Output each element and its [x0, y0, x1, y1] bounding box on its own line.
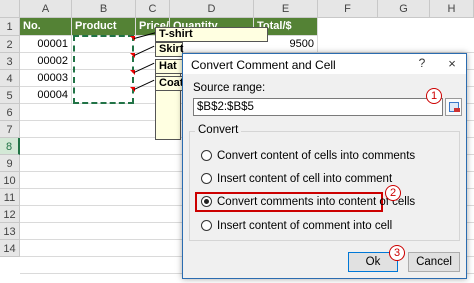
row-header-13[interactable]: 13	[0, 223, 20, 240]
row-header-14[interactable]: 14	[0, 240, 20, 257]
radio-button-selected[interactable]	[201, 196, 212, 207]
cell-a2[interactable]: 00001	[20, 36, 72, 53]
row-header-1[interactable]: 1	[0, 18, 20, 36]
row-header-9[interactable]: 9	[0, 155, 20, 172]
comment-box[interactable]: Skirt	[155, 42, 183, 57]
cancel-button[interactable]: Cancel	[408, 252, 460, 272]
column-header-a[interactable]: A	[20, 0, 72, 18]
option-label: Insert content of comment into cell	[217, 220, 393, 232]
dialog-titlebar[interactable]: Convert Comment and Cell ? ×	[183, 54, 466, 74]
column-header-f[interactable]: F	[318, 0, 378, 18]
row-header-6[interactable]: 6	[0, 104, 20, 121]
comment-box[interactable]: Hat	[155, 59, 183, 74]
row-header-8[interactable]: 8	[0, 138, 20, 155]
row-header-12[interactable]: 12	[0, 206, 20, 223]
row-header-10[interactable]: 10	[0, 172, 20, 189]
select-all-corner[interactable]	[0, 0, 20, 18]
option-label: Convert content of cells into comments	[217, 150, 416, 162]
cell-b1[interactable]: Product	[72, 18, 136, 36]
option-label: Insert content of cell into comment	[217, 173, 393, 185]
row-header-2[interactable]: 2	[0, 36, 20, 53]
column-header-e[interactable]: E	[254, 0, 318, 18]
cell-a3[interactable]: 00002	[20, 53, 72, 70]
column-header-h[interactable]: H	[430, 0, 474, 18]
row-header-7[interactable]: 7	[0, 121, 20, 138]
radio-button[interactable]	[201, 173, 212, 184]
cell-a1[interactable]: No.	[20, 18, 72, 36]
range-select-icon-mark	[454, 108, 460, 112]
row-header-3[interactable]: 3	[0, 53, 20, 70]
comment-box[interactable]: Coat	[155, 76, 183, 91]
dialog-title: Convert Comment and Cell	[191, 58, 336, 72]
help-button[interactable]: ?	[413, 56, 431, 72]
cell-a5[interactable]: 00004	[20, 87, 72, 104]
close-button[interactable]: ×	[443, 56, 461, 72]
cell-a4[interactable]: 00003	[20, 70, 72, 87]
convert-comment-dialog: Convert Comment and Cell ? × Source rang…	[182, 53, 467, 279]
source-range-label: Source range:	[193, 82, 266, 94]
row-header-5[interactable]: 5	[0, 87, 20, 104]
radio-button[interactable]	[201, 220, 212, 231]
column-header-b[interactable]: B	[72, 0, 136, 18]
row-header-11[interactable]: 11	[0, 189, 20, 206]
radio-dot	[204, 199, 209, 204]
column-header-c[interactable]: C	[136, 0, 170, 18]
comment-box[interactable]: T-shirt	[155, 27, 268, 42]
convert-group-label: Convert	[195, 124, 242, 136]
range-select-button[interactable]	[445, 98, 462, 116]
source-range-input[interactable]: $B$2:$B$5	[193, 98, 443, 116]
column-header-g[interactable]: G	[378, 0, 430, 18]
callout-badge-1: 1	[426, 88, 442, 104]
radio-button[interactable]	[201, 150, 212, 161]
row-header-4[interactable]: 4	[0, 70, 20, 87]
column-header-d[interactable]: D	[170, 0, 254, 18]
callout-badge-2: 2	[385, 185, 401, 201]
callout-badge-3: 3	[389, 245, 405, 261]
